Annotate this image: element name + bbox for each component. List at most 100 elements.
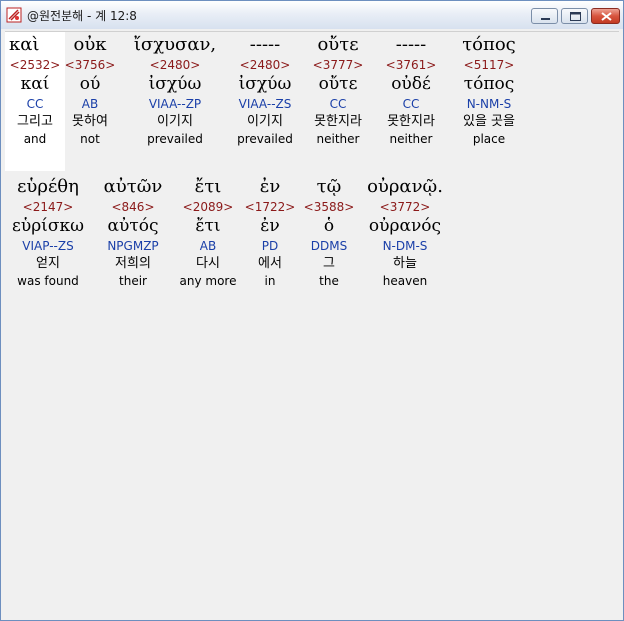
korean-gloss: 못하여 [72, 114, 108, 129]
english-gloss: not [80, 132, 100, 146]
close-button[interactable] [591, 8, 620, 24]
greek-word: εὑρέθη [17, 176, 79, 197]
english-gloss: heaven [382, 274, 428, 288]
strong-number: <3756> [64, 58, 116, 72]
korean-gloss: 못한지라 [314, 114, 362, 129]
morphology: DDMS [310, 239, 348, 253]
korean-gloss: 그리고 [17, 114, 53, 129]
word-column[interactable]: ----- <2480> ἰσχύω VIAA--ZS 이기지 prevaile… [229, 33, 301, 147]
korean-gloss: 그 [323, 256, 335, 271]
korean-gloss: 얻지 [36, 256, 60, 271]
strong-number: <2532> [9, 58, 61, 72]
english-gloss: and [23, 132, 47, 146]
korean-gloss: 저희의 [115, 256, 151, 271]
lemma: οὐδέ [391, 74, 431, 94]
morphology: PD [261, 239, 279, 253]
lemma: οὔτε [318, 74, 358, 94]
maximize-icon [570, 12, 581, 21]
korean-gloss: 못한지라 [387, 114, 435, 129]
korean-gloss: 에서 [258, 256, 282, 271]
strong-number: <2089> [182, 200, 234, 214]
strong-number: <3761> [385, 58, 437, 72]
window-title: @원전분해 - 계 12:8 [27, 9, 137, 23]
word-column[interactable]: ἔτι <2089> ἔτι AB 다시 any more [175, 175, 241, 289]
lemma: ἰσχύω [238, 74, 292, 94]
minimize-button[interactable] [531, 8, 558, 24]
morphology: NPGMZP [107, 239, 159, 253]
english-gloss: prevailed [237, 132, 293, 146]
korean-gloss: 이기지 [247, 114, 283, 129]
word-column[interactable]: εὑρέθη <2147> εὑρίσκω VIAP--ZS 얻지 was fo… [7, 175, 89, 289]
greek-word: ἴσχυσαν, [133, 34, 217, 55]
maximize-button[interactable] [561, 8, 588, 24]
strong-number: <846> [111, 200, 155, 214]
korean-gloss: 있을 곳을 [463, 114, 515, 129]
lemma: οὐρανός [368, 216, 442, 236]
english-gloss: was found [17, 274, 79, 288]
english-gloss: neither [389, 132, 433, 146]
greek-word: ----- [249, 34, 281, 55]
greek-word: τόπος [462, 34, 516, 55]
lemma: καί [20, 74, 50, 94]
lemma: αὐτός [107, 216, 159, 236]
greek-word: ἐν [259, 176, 281, 197]
word-column[interactable]: ἴσχυσαν, <2480> ἰσχύω VIAA--ZP 이기지 preva… [123, 33, 227, 147]
word-column[interactable]: αὐτῶν <846> αὐτός NPGMZP 저희의 their [93, 175, 173, 289]
strong-number: <3588> [303, 200, 355, 214]
lemma: ἐν [260, 216, 280, 236]
word-column[interactable]: οὐρανῷ. <3772> οὐρανός N-DM-S 하늘 heaven [361, 175, 449, 289]
title-bar[interactable]: @원전분해 - 계 12:8 [1, 1, 623, 29]
korean-gloss: 이기지 [157, 114, 193, 129]
lemma: ὁ [323, 216, 335, 236]
morphology: CC [402, 97, 420, 111]
greek-word: ἔτι [194, 176, 222, 197]
english-gloss: prevailed [147, 132, 203, 146]
korean-gloss: 다시 [196, 256, 220, 271]
greek-word: οὐκ [73, 34, 107, 55]
english-gloss: neither [316, 132, 360, 146]
strong-number: <3777> [312, 58, 364, 72]
close-icon [601, 12, 612, 21]
english-gloss: their [119, 274, 147, 288]
greek-word: καὶ [9, 34, 40, 55]
greek-word: τῷ [316, 176, 342, 197]
word-column[interactable]: ἐν <1722> ἐν PD 에서 in [241, 175, 299, 289]
strong-number: <2480> [239, 58, 291, 72]
strong-number: <2480> [149, 58, 201, 72]
lemma: τόπος [463, 74, 515, 94]
strong-number: <3772> [379, 200, 431, 214]
word-column[interactable]: τόπος <5117> τόπος N-NM-S 있을 곳을 place [451, 33, 527, 147]
morphology: N-DM-S [382, 239, 428, 253]
word-column[interactable]: οὔτε <3777> οὔτε CC 못한지라 neither [303, 33, 373, 147]
word-column[interactable]: τῷ <3588> ὁ DDMS 그 the [301, 175, 357, 289]
greek-word: οὐρανῷ. [367, 176, 443, 197]
word-column[interactable]: οὐκ <3756> ού AB 못하여 not [57, 33, 123, 147]
greek-word: οὔτε [317, 34, 359, 55]
morphology: AB [81, 97, 99, 111]
interlinear-panel: καὶ <2532> καί CC 그리고 and οὐκ <3756> ού … [5, 31, 619, 615]
morphology: VIAP--ZS [22, 239, 74, 253]
korean-gloss: 하늘 [393, 256, 417, 271]
greek-word: αὐτῶν [103, 176, 163, 197]
english-gloss: place [472, 132, 506, 146]
greek-word: ----- [395, 34, 427, 55]
morphology: AB [199, 239, 217, 253]
lemma: ἔτι [195, 216, 221, 236]
english-gloss: in [264, 274, 276, 288]
strong-number: <2147> [22, 200, 74, 214]
strong-number: <5117> [463, 58, 515, 72]
app-icon[interactable] [6, 7, 22, 23]
lemma: εὑρίσκω [12, 216, 84, 236]
app-window: @원전분해 - 계 12:8 καὶ <2532> καί CC 그리고 and… [0, 0, 624, 621]
morphology: CC [329, 97, 347, 111]
word-column[interactable]: ----- <3761> οὐδέ CC 못한지라 neither [375, 33, 447, 147]
lemma: ἰσχύω [148, 74, 202, 94]
strong-number: <1722> [244, 200, 296, 214]
morphology: CC [26, 97, 44, 111]
word-column[interactable]: καὶ <2532> καί CC 그리고 and [5, 33, 65, 147]
lemma: ού [79, 74, 101, 94]
morphology: VIAA--ZP [148, 97, 202, 111]
morphology: N-NM-S [466, 97, 512, 111]
english-gloss: any more [179, 274, 237, 288]
english-gloss: the [319, 274, 339, 288]
